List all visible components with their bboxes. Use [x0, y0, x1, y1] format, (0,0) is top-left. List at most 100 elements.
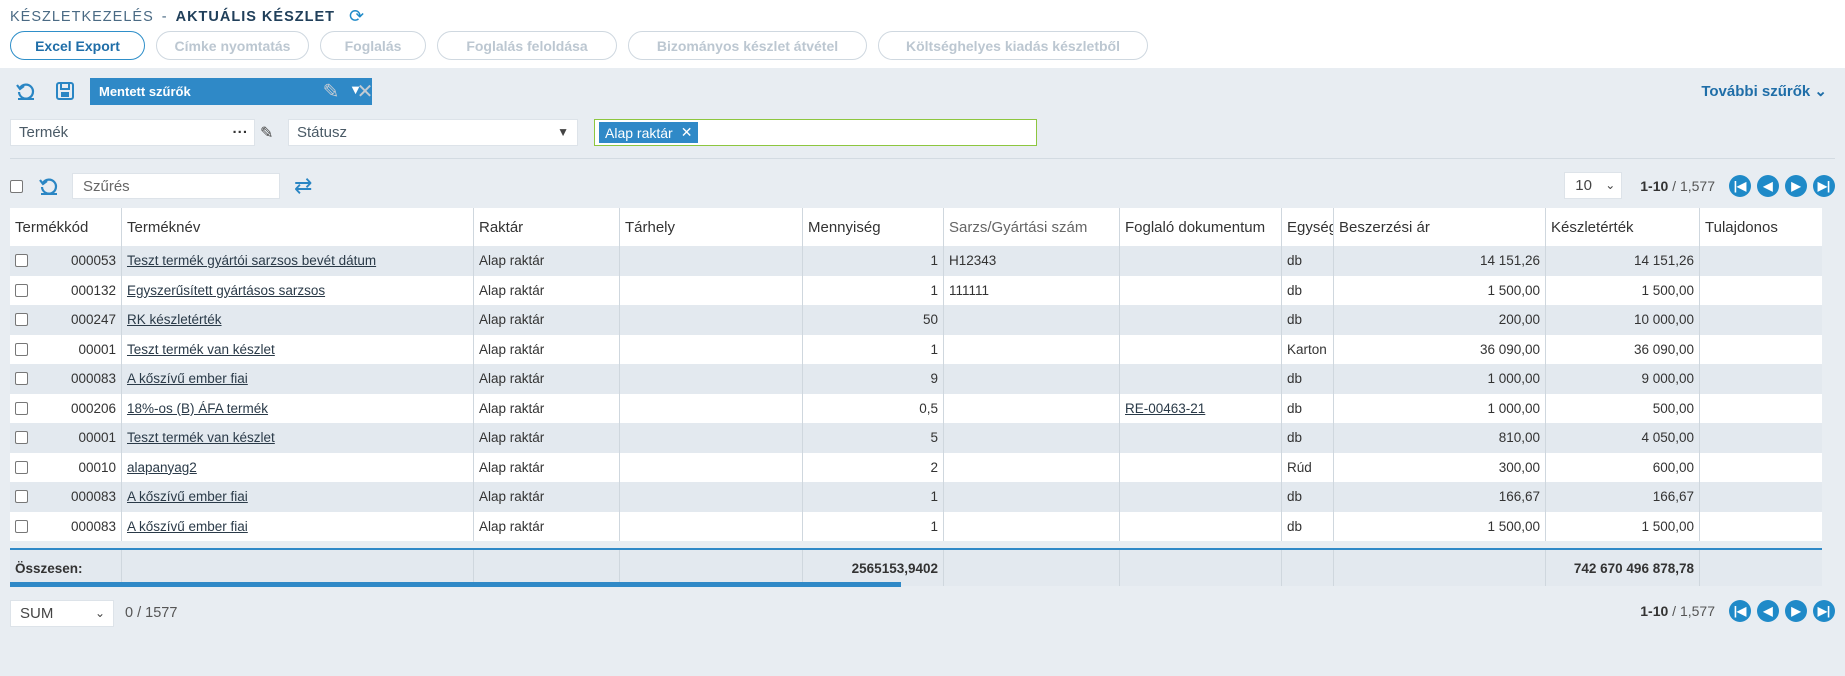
refresh-icon[interactable]: ⟳: [349, 6, 365, 27]
column-header[interactable]: Beszerzési ár: [1334, 208, 1546, 246]
horizontal-scrollbar[interactable]: [10, 582, 901, 587]
reservation-doc-link: [1120, 364, 1282, 394]
batch-cell: [944, 305, 1120, 335]
first-page-icon[interactable]: |◀: [1729, 600, 1751, 622]
product-name-link-text[interactable]: alapanyag2: [127, 460, 197, 475]
save-icon[interactable]: [52, 78, 78, 104]
cost-center-issue-button[interactable]: Költséghelyes kiadás készletből: [878, 31, 1148, 60]
pager-top: 10 ⌄ 1-10 / 1,577 |◀ ◀ ▶ ▶|: [1564, 172, 1835, 199]
select-all-checkbox[interactable]: [10, 180, 23, 193]
unit-cell: db: [1282, 364, 1334, 394]
product-name-link[interactable]: alapanyag2: [122, 452, 474, 482]
next-page-icon[interactable]: ▶: [1785, 174, 1807, 197]
product-name-link[interactable]: A kőszívű ember fiai: [122, 511, 474, 541]
product-name-link-text[interactable]: RK készletérték: [127, 312, 222, 327]
product-name-link[interactable]: Teszt termék van készlet: [122, 334, 474, 364]
row-checkbox[interactable]: [15, 342, 28, 356]
product-name-link-text[interactable]: 18%-os (B) ÁFA termék: [127, 401, 268, 416]
consignment-receive-button[interactable]: Bizományos készlet átvétel: [628, 31, 867, 60]
product-code-text: 00001: [78, 341, 116, 357]
column-header[interactable]: Raktár: [474, 208, 620, 246]
product-name-link-text[interactable]: A kőszívű ember fiai: [127, 519, 248, 534]
table-row[interactable]: 000247 RK készletérték Alap raktár 50 db 200,…: [10, 305, 1822, 335]
column-header[interactable]: Egység: [1282, 208, 1334, 246]
row-checkbox[interactable]: [15, 283, 28, 297]
column-header[interactable]: Mennyiség: [803, 208, 944, 246]
table-row[interactable]: 00001 Teszt termék van készlet Alap raktár…: [10, 423, 1822, 453]
excel-export-button[interactable]: Excel Export: [10, 31, 145, 60]
last-page-icon[interactable]: ▶|: [1813, 600, 1835, 622]
product-name-link[interactable]: Teszt termék gyártói sarzsos bevét dátum: [122, 246, 474, 276]
status-filter[interactable]: Státusz ▼: [288, 119, 578, 146]
product-name-link-text[interactable]: A kőszívű ember fiai: [127, 371, 248, 386]
row-checkbox[interactable]: [15, 431, 28, 445]
column-header[interactable]: Termékkód: [10, 208, 122, 246]
next-page-icon[interactable]: ▶: [1785, 600, 1807, 622]
product-name-link[interactable]: RK készletérték: [122, 305, 474, 335]
last-page-icon[interactable]: ▶|: [1813, 174, 1835, 197]
column-header[interactable]: Foglaló dokumentum: [1120, 208, 1282, 246]
reservation-doc-link[interactable]: RE-00463-21: [1120, 393, 1282, 423]
filter-toolbar: Mentett szűrők ▼ ✎ ✕ További szűrők ⌄: [10, 78, 1835, 106]
pencil-icon[interactable]: ✎: [318, 78, 344, 104]
swap-icon[interactable]: ⇄: [294, 173, 312, 199]
action-buttons: Excel Export Címke nyomtatás Foglalás Fo…: [10, 31, 1148, 60]
product-name-link-text[interactable]: Teszt termék van készlet: [127, 430, 275, 445]
product-name-link[interactable]: A kőszívű ember fiai: [122, 482, 474, 512]
table-row[interactable]: 000083 A kőszívű ember fiai Alap raktár 1 db…: [10, 482, 1822, 512]
product-name-link[interactable]: Egyszerűsített gyártásos sarzsos: [122, 275, 474, 305]
reserve-button[interactable]: Foglalás: [320, 31, 426, 60]
column-header[interactable]: Tárhely: [620, 208, 803, 246]
aggregate-select[interactable]: SUM ⌄: [10, 600, 114, 627]
table-row[interactable]: 000132 Egyszerűsített gyártásos sarzsos Al…: [10, 275, 1822, 305]
grid-search-input[interactable]: Szűrés: [72, 173, 280, 199]
warehouse-filter[interactable]: Alap raktár ✕: [594, 119, 1037, 146]
first-page-icon[interactable]: |◀: [1729, 174, 1751, 197]
row-checkbox[interactable]: [15, 372, 28, 386]
product-name-link[interactable]: Teszt termék van készlet: [122, 423, 474, 453]
label-print-button[interactable]: Címke nyomtatás: [156, 31, 309, 60]
more-icon[interactable]: ...: [232, 120, 248, 137]
table-row[interactable]: 000206 18%-os (B) ÁFA termék Alap raktár 0,…: [10, 393, 1822, 423]
edit-icon[interactable]: ✎: [260, 123, 273, 143]
row-checkbox[interactable]: [15, 401, 28, 415]
batch-cell: 111111: [944, 275, 1120, 305]
row-checkbox[interactable]: [15, 254, 28, 268]
breadcrumb-section[interactable]: KÉSZLETKEZELÉS: [10, 9, 154, 25]
product-name-link-text[interactable]: Teszt termék gyártói sarzsos bevét dátum: [127, 253, 376, 268]
reservation-doc-link-text[interactable]: RE-00463-21: [1125, 401, 1205, 416]
quantity-cell: 1: [803, 246, 944, 276]
remove-tag-icon[interactable]: ✕: [681, 124, 693, 141]
table-row[interactable]: 00001 Teszt termék van készlet Alap raktár…: [10, 334, 1822, 364]
row-checkbox[interactable]: [15, 313, 28, 327]
table-row[interactable]: 000083 A kőszívű ember fiai Alap raktár 1 db…: [10, 511, 1822, 541]
prev-page-icon[interactable]: ◀: [1757, 600, 1779, 622]
release-reservation-button[interactable]: Foglalás feloldása: [437, 31, 617, 60]
product-name-link[interactable]: 18%-os (B) ÁFA termék: [122, 393, 474, 423]
page-size-select[interactable]: 10 ⌄: [1564, 172, 1623, 199]
column-header[interactable]: Sarzs/Gyártási szám: [944, 208, 1120, 246]
more-filters-toggle[interactable]: További szűrők ⌄: [1701, 82, 1827, 100]
column-header[interactable]: Terméknév: [122, 208, 474, 246]
quantity-cell-text: 1: [930, 489, 938, 505]
table-row[interactable]: 000053 Teszt termék gyártói sarzsos bevét…: [10, 246, 1822, 276]
prev-page-icon[interactable]: ◀: [1757, 174, 1779, 197]
unit-cell: db: [1282, 482, 1334, 512]
product-filter[interactable]: Termék ...: [10, 119, 255, 146]
product-name-link[interactable]: A kőszívű ember fiai: [122, 364, 474, 394]
row-checkbox[interactable]: [15, 460, 28, 474]
batch-cell: [944, 511, 1120, 541]
product-code-text: 000083: [70, 518, 116, 534]
column-header[interactable]: Készletérték: [1546, 208, 1700, 246]
table-row[interactable]: 000083 A kőszívű ember fiai Alap raktár 9 db…: [10, 364, 1822, 394]
product-name-link-text[interactable]: A kőszívű ember fiai: [127, 489, 248, 504]
table-row[interactable]: 00010 alapanyag2 Alap raktár 2 Rúd 300,00 600,…: [10, 452, 1822, 482]
column-header[interactable]: Tulajdonos: [1700, 208, 1822, 246]
reset-icon[interactable]: [38, 175, 60, 203]
close-icon[interactable]: ✕: [352, 78, 378, 104]
product-name-link-text[interactable]: Egyszerűsített gyártásos sarzsos: [127, 283, 325, 298]
product-name-link-text[interactable]: Teszt termék van készlet: [127, 342, 275, 357]
row-checkbox[interactable]: [15, 490, 28, 504]
row-checkbox[interactable]: [15, 519, 28, 533]
reset-icon[interactable]: [13, 78, 39, 104]
